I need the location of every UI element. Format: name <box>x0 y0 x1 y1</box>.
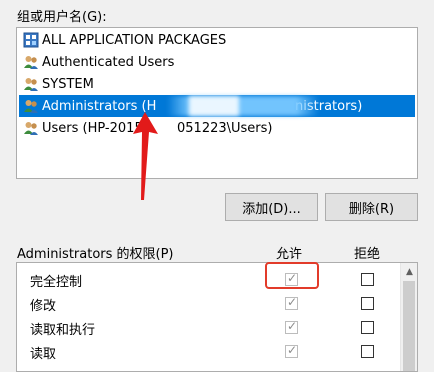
permission-name: 读取 <box>30 347 57 362</box>
deny-column-header: 拒绝 <box>354 247 381 262</box>
remove-button[interactable]: 删除(R) <box>325 193 418 221</box>
scroll-up-icon[interactable]: ▲ <box>401 263 418 280</box>
permission-row: 完全控制 ✓ <box>17 268 402 292</box>
user-name-suffix: 051223\Users) <box>177 120 273 136</box>
group-or-user-names-label: 组或用户名(G): <box>17 10 107 25</box>
vertical-scrollbar[interactable]: ▲ <box>400 263 417 371</box>
permission-name: 完全控制 <box>30 275 83 290</box>
user-name: Users (HP-2015 <box>42 120 143 136</box>
user-name: ALL APPLICATION PACKAGES <box>42 32 227 48</box>
user-name: SYSTEM <box>42 76 94 92</box>
allow-checkbox: ✓ <box>285 295 298 310</box>
red-arrow-annotation <box>133 112 158 200</box>
users-group-icon <box>24 56 38 69</box>
permissions-list: 完全控制 ✓ 修改 ✓ 读取和执行 ✓ 读取 ✓ ▲ <box>16 262 418 372</box>
deny-checkbox[interactable] <box>361 297 374 310</box>
user-name: Authenticated Users <box>42 54 175 70</box>
list-item-selected[interactable]: Administrators (H nistrators) <box>19 95 415 117</box>
check-icon: ✓ <box>287 343 298 357</box>
deny-checkbox[interactable] <box>361 273 374 286</box>
users-group-icon <box>24 78 38 91</box>
users-group-icon <box>24 122 38 135</box>
group-user-listbox[interactable]: ALL APPLICATION PACKAGES Authenticated U… <box>16 27 418 179</box>
redaction-blur <box>189 96 239 116</box>
list-item[interactable]: SYSTEM <box>19 73 415 95</box>
check-icon: ✓ <box>287 295 298 309</box>
allow-checkbox: ✓ <box>285 319 298 334</box>
deny-checkbox[interactable] <box>361 321 374 334</box>
permission-row: 读取 ✓ <box>17 340 402 364</box>
allow-checkbox: ✓ <box>285 343 298 358</box>
app-packages-icon <box>23 32 39 48</box>
scrollbar-thumb[interactable] <box>403 281 415 371</box>
list-item[interactable]: Authenticated Users <box>19 51 415 73</box>
deny-checkbox[interactable] <box>361 345 374 358</box>
check-icon: ✓ <box>287 319 298 333</box>
red-box-annotation <box>265 262 319 289</box>
allow-column-header: 允许 <box>276 247 303 262</box>
list-item[interactable]: ALL APPLICATION PACKAGES <box>19 29 415 51</box>
users-group-icon <box>24 100 38 113</box>
add-button[interactable]: 添加(D)... <box>225 193 318 221</box>
list-item[interactable]: Users (HP-2015 051223\Users) <box>19 117 415 139</box>
permissions-title: Administrators 的权限(P) <box>17 247 174 262</box>
permission-name: 读取和执行 <box>30 323 96 338</box>
permission-row: 读取和执行 ✓ <box>17 316 402 340</box>
permission-row: 修改 ✓ <box>17 292 402 316</box>
permission-name: 修改 <box>30 299 57 314</box>
